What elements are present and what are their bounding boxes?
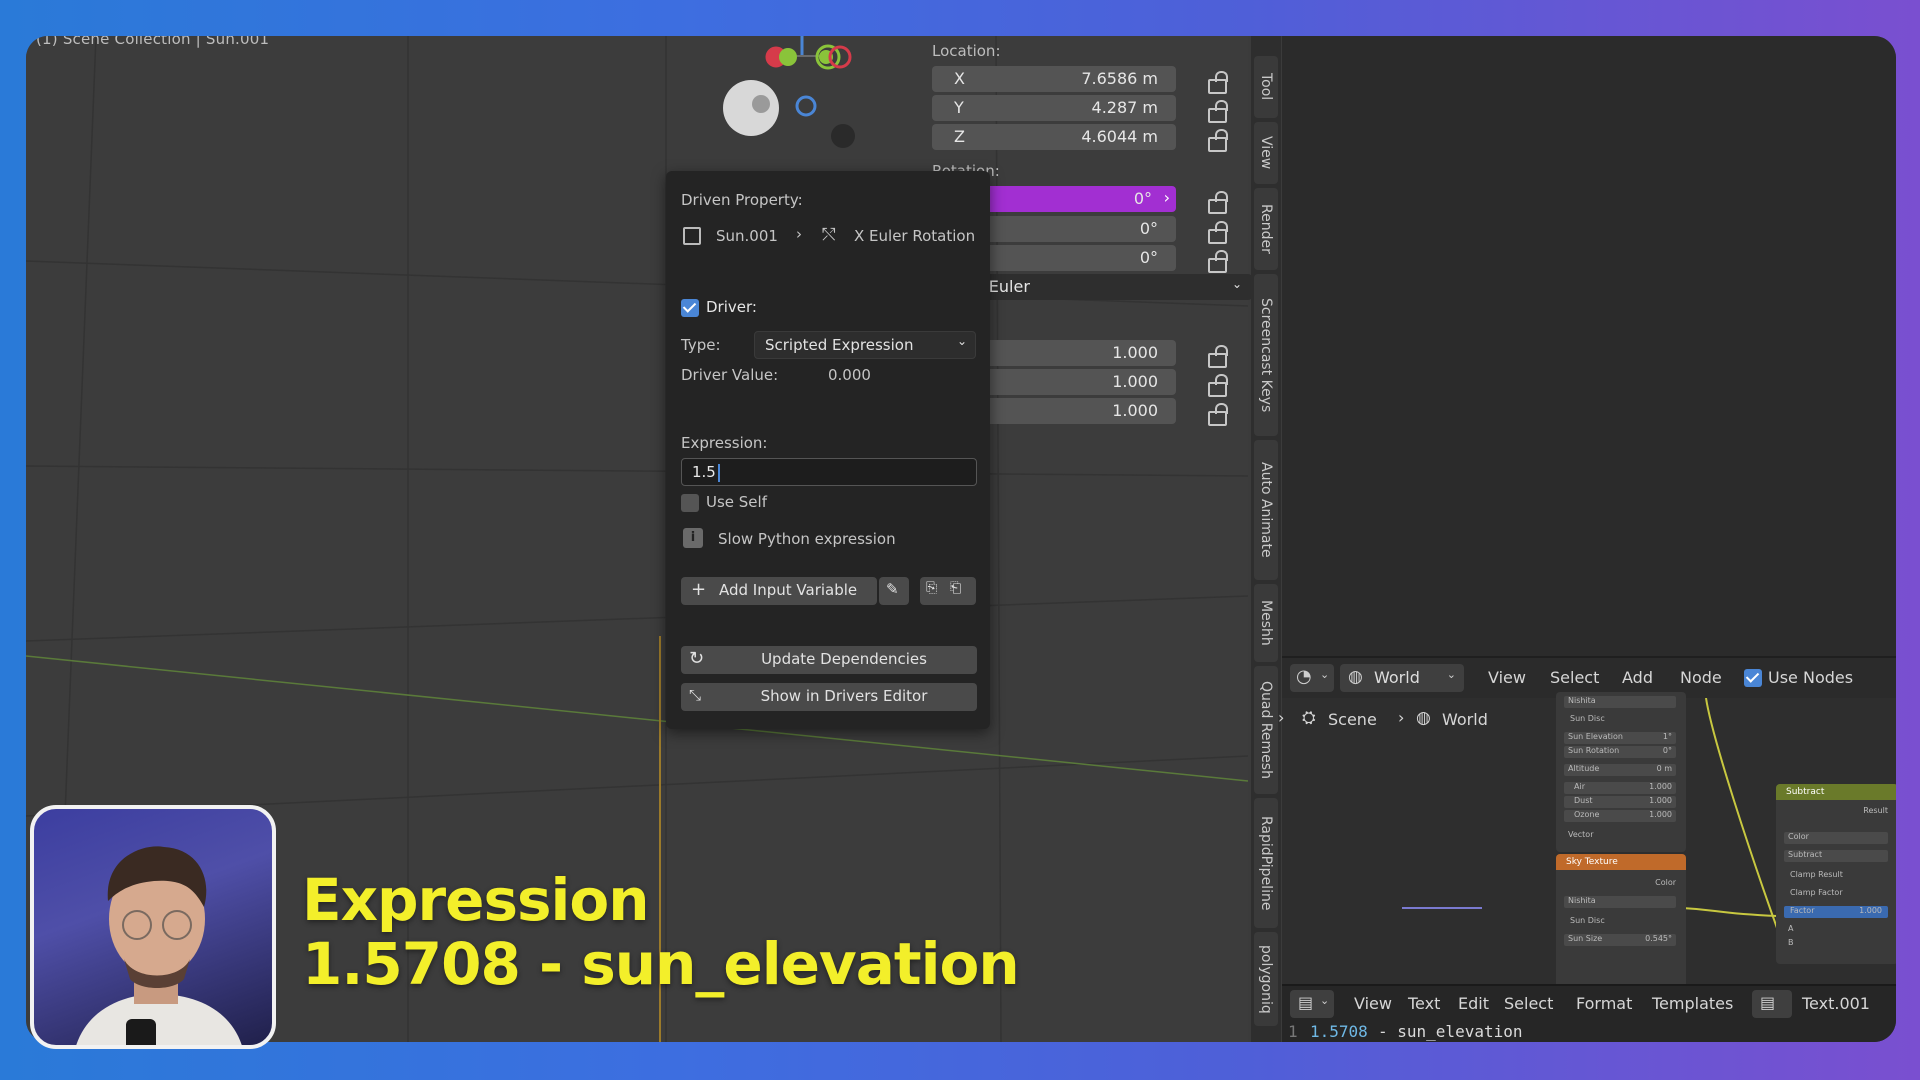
tab-polygoniq[interactable]: polygoniq (1254, 932, 1278, 1026)
location-y-field[interactable]: Y 4.287 m (932, 95, 1176, 121)
tab-quad-remesh[interactable]: Quad Remesh (1254, 666, 1278, 794)
property-name: X Euler Rotation (854, 227, 976, 245)
object-icon (683, 227, 701, 245)
use-nodes-checkbox[interactable] (1744, 669, 1762, 687)
location-label: Location: (932, 42, 1001, 60)
tab-auto-animate[interactable]: Auto Animate (1254, 440, 1278, 580)
tab-meshh[interactable]: Meshh (1254, 584, 1278, 662)
chevron-down-icon: ⌄ (1320, 668, 1330, 681)
tab-render[interactable]: Render (1254, 188, 1278, 270)
rotation-property-icon: ⤲ (822, 225, 836, 245)
location-x-field[interactable]: X 7.6586 m (932, 66, 1176, 92)
chevron-down-icon: ⌄ (956, 334, 967, 348)
sky-texture-node[interactable]: Sky Texture Color Nishita Sun Disc Sun S… (1556, 854, 1686, 988)
tab-view[interactable]: View (1254, 122, 1278, 184)
add-input-variable-button[interactable]: + Add Input Variable (681, 577, 877, 605)
webcam-overlay (30, 805, 276, 1049)
lock-icon[interactable] (1206, 250, 1228, 273)
tab-rapidpipeline[interactable]: RapidPipeline (1254, 798, 1278, 928)
chevron-right-icon: › (1163, 188, 1170, 207)
text-file-name[interactable]: Text.001 (1802, 994, 1870, 1013)
editor-type-dropdown[interactable]: ▤ ⌄ (1290, 990, 1334, 1018)
text-menu-view[interactable]: View (1354, 994, 1392, 1013)
text-editor: ▤ ⌄ View Text Edit Select Format Template… (1282, 984, 1896, 1042)
tab-tool[interactable]: Tool (1254, 56, 1278, 118)
driver-popup: Driven Property: Sun.001 › ⤲ X Euler Rot… (666, 171, 990, 729)
chevron-down-icon: ⌄ (1446, 668, 1456, 681)
plus-icon: + (691, 579, 707, 600)
right-editor-area: ◔ ⌄ ◍ World ⌄ View Select Add Node Use Node… (1278, 36, 1896, 1042)
lock-icon[interactable] (1206, 221, 1228, 244)
use-nodes-label: Use Nodes (1768, 668, 1854, 687)
lock-icon[interactable] (1206, 71, 1228, 94)
text-cursor (718, 464, 720, 482)
node-menu-select[interactable]: Select (1550, 668, 1599, 687)
slow-python-warning: Slow Python expression (718, 530, 896, 548)
expression-label: Expression: (681, 434, 768, 452)
chevron-down-icon: ⌄ (1231, 277, 1242, 291)
lock-icon[interactable] (1206, 100, 1228, 123)
text-menu-text[interactable]: Text (1408, 994, 1440, 1013)
use-self-label: Use Self (706, 493, 767, 511)
presenter-avatar (76, 846, 242, 1045)
caption-line-1: Expression (302, 866, 650, 934)
editor-type-dropdown[interactable]: ◔ ⌄ (1290, 664, 1334, 692)
node-canvas[interactable]: › ⛭ Scene › ◍ World Nishita Sun Disc Sun… (1278, 692, 1896, 988)
node-menu-view[interactable]: View (1488, 668, 1526, 687)
text-file-icon: ▤ (1760, 993, 1776, 1012)
update-dependencies-button[interactable]: ↻ Update Dependencies (681, 646, 977, 674)
sky-texture-node-top[interactable]: Nishita Sun Disc Sun Elevation 1° Sun Rot… (1556, 692, 1686, 852)
driver-type-dropdown[interactable]: Scripted Expression ⌄ (754, 331, 976, 359)
expression-input[interactable]: 1.5 (681, 458, 977, 486)
type-label: Type: (681, 336, 721, 354)
lock-icon[interactable] (1206, 345, 1228, 368)
code-line-value[interactable]: 1.5708 (1310, 1022, 1368, 1041)
driver-value: 0.000 (828, 366, 871, 384)
object-name: Sun.001 (716, 227, 778, 245)
lock-icon[interactable] (1206, 374, 1228, 397)
subtract-node[interactable]: Subtract Result Color Subtract Clamp Res… (1776, 784, 1896, 964)
location-z-field[interactable]: Z 4.6044 m (932, 124, 1176, 150)
shader-editor-header: ◔ ⌄ ◍ World ⌄ View Select Add Node Use Node… (1282, 656, 1896, 696)
chevron-down-icon: ⌄ (1320, 994, 1330, 1007)
viewport-title: (1) Scene Collection | Sun.001 (36, 36, 270, 48)
eyedropper-icon: ✎ (886, 580, 899, 598)
driven-property-label: Driven Property: (681, 191, 803, 209)
world-dropdown[interactable]: ◍ World ⌄ (1340, 664, 1464, 692)
tab-screencast-keys[interactable]: Screencast Keys (1254, 274, 1278, 436)
text-menu-templates[interactable]: Templates (1652, 994, 1733, 1013)
navigation-gizmo[interactable] (716, 36, 876, 166)
chevron-right-icon: › (796, 225, 802, 243)
code-line-rest[interactable]: - sun_elevation (1378, 1022, 1523, 1041)
lock-icon[interactable] (1206, 129, 1228, 152)
text-browse-dropdown[interactable]: ▤ (1752, 990, 1792, 1018)
text-editor-icon: ▤ (1298, 993, 1314, 1012)
node-menu-add[interactable]: Add (1622, 668, 1653, 687)
video-caption: Expression 1.5708 - sun_elevation (302, 866, 1020, 998)
eyedropper-button[interactable]: ✎ (879, 577, 909, 605)
copy-icon: ⎘ (926, 580, 938, 596)
driver-label: Driver: (706, 298, 757, 316)
shader-editor-icon: ◔ (1296, 666, 1312, 687)
line-number: 1 (1288, 1022, 1298, 1041)
node-menu-node[interactable]: Node (1680, 668, 1722, 687)
show-in-drivers-editor-button[interactable]: ⤡ Show in Drivers Editor (681, 683, 977, 711)
caption-line-2: 1.5708 - sun_elevation (302, 930, 1020, 998)
copy-paste-button[interactable]: ⎘ ⎗ (920, 577, 976, 605)
use-self-checkbox[interactable] (681, 494, 699, 512)
text-menu-select[interactable]: Select (1504, 994, 1553, 1013)
driver-checkbox[interactable] (681, 299, 699, 317)
paste-icon: ⎗ (950, 580, 962, 596)
lock-icon[interactable] (1206, 403, 1228, 426)
lock-icon[interactable] (1206, 191, 1228, 214)
info-icon: i (683, 528, 703, 548)
driver-value-label: Driver Value: (681, 366, 779, 384)
text-menu-edit[interactable]: Edit (1458, 994, 1489, 1013)
text-menu-format[interactable]: Format (1576, 994, 1632, 1013)
sidebar-tabs: Tool View Render Screencast Keys Auto An… (1251, 36, 1281, 1042)
world-icon: ◍ (1348, 667, 1363, 687)
